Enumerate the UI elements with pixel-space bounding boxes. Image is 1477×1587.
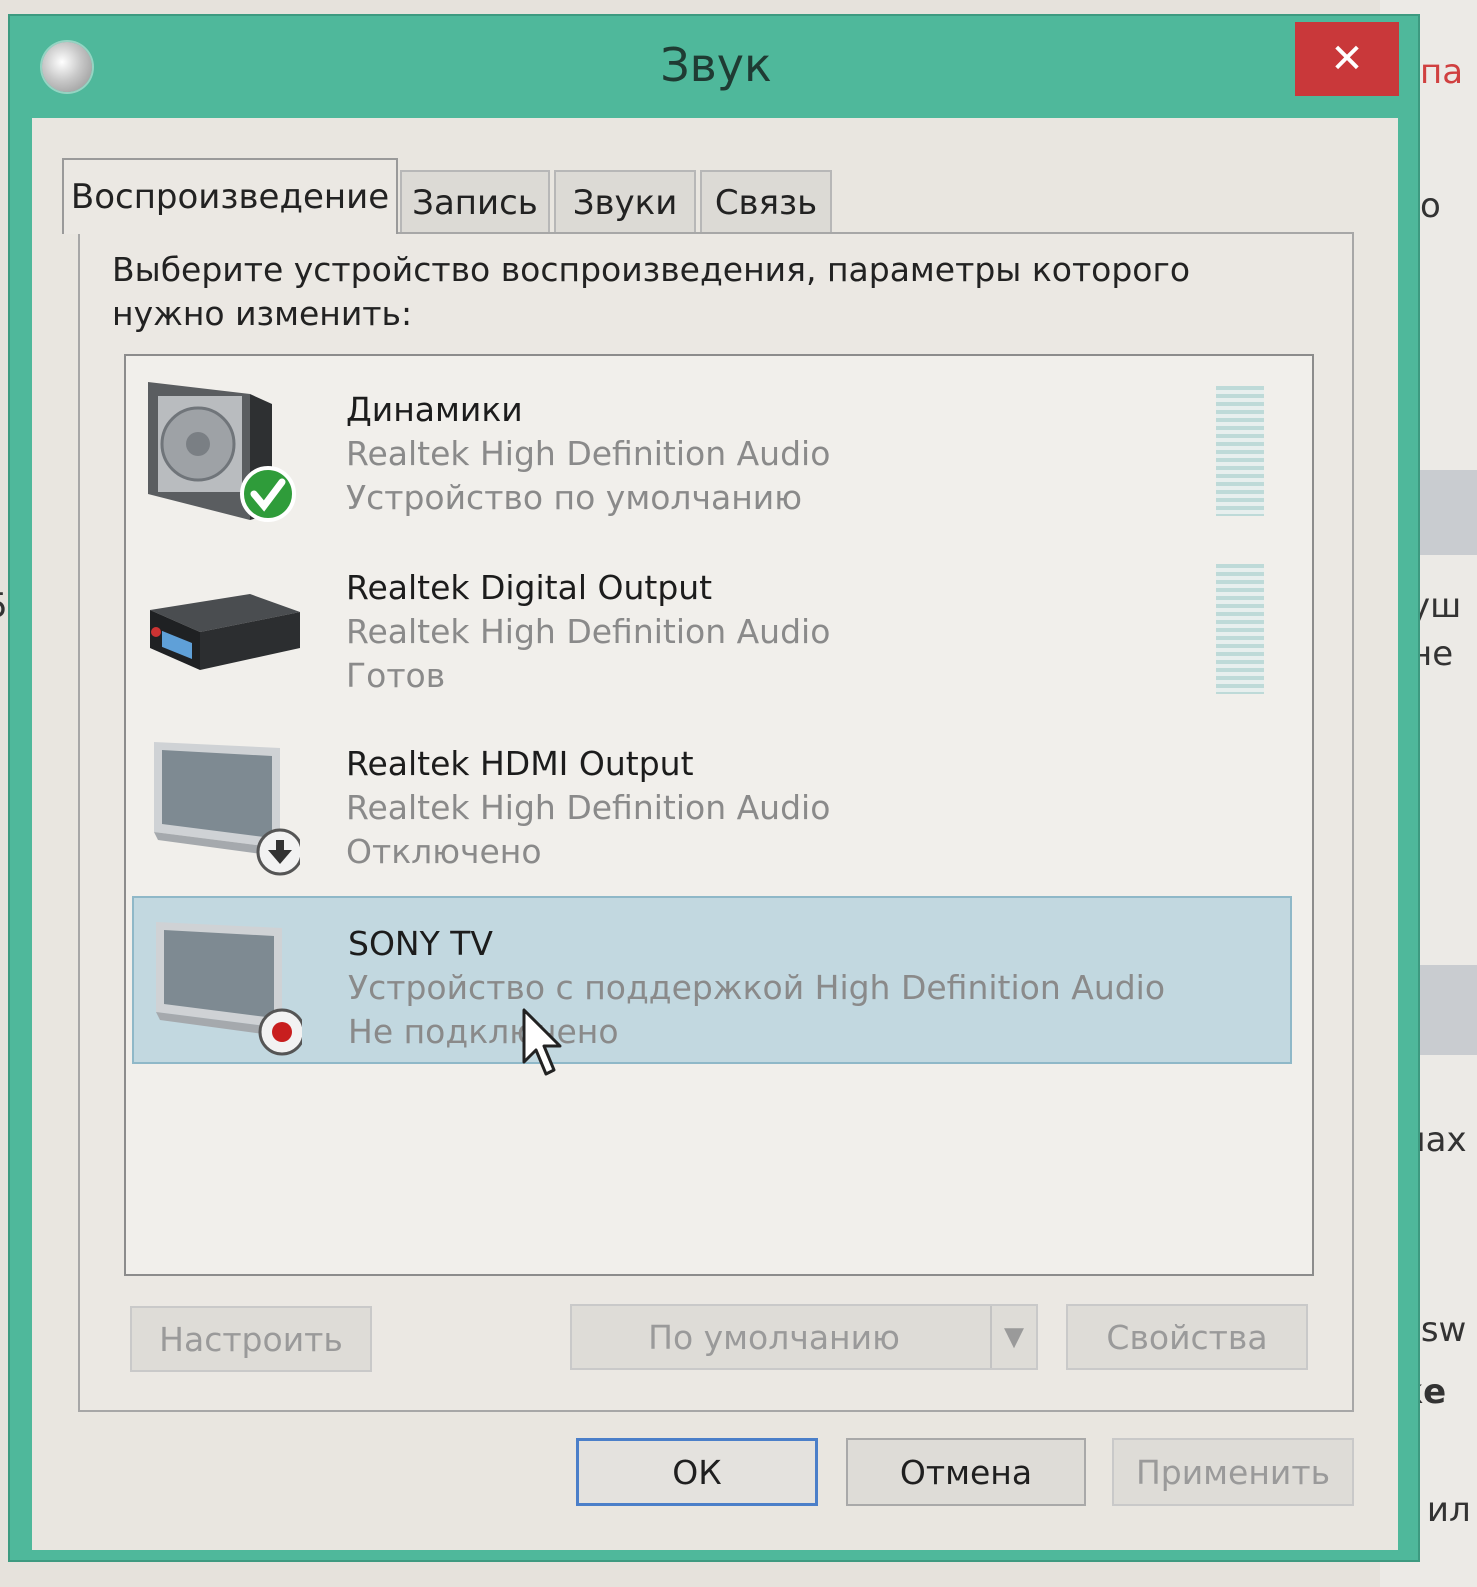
background-text: о	[1420, 186, 1441, 226]
device-item-digital-output[interactable]: Realtek Digital Output Realtek High Defi…	[132, 542, 1292, 710]
volume-meter	[1216, 386, 1264, 516]
button-label: Применить	[1135, 1452, 1331, 1492]
apply-button[interactable]: Применить	[1112, 1438, 1354, 1506]
button-label: Отмена	[899, 1452, 1033, 1492]
device-name: SONY TV	[348, 924, 493, 963]
close-button[interactable]: ✕	[1295, 22, 1399, 96]
mouse-cursor-icon	[522, 1008, 562, 1076]
background-band	[1410, 965, 1477, 1055]
default-check-icon	[240, 466, 296, 522]
tab-label: Запись	[412, 183, 538, 223]
device-status: Не подключено	[348, 1012, 619, 1051]
tab-label: Воспроизведение	[70, 177, 390, 217]
tab-recording[interactable]: Запись	[400, 170, 550, 234]
device-driver: Realtek High Definition Audio	[346, 434, 831, 473]
tab-playback[interactable]: Воспроизведение	[62, 158, 398, 234]
ok-button[interactable]: ОК	[576, 1438, 818, 1506]
tab-sounds[interactable]: Звуки	[554, 170, 696, 234]
device-status: Отключено	[346, 832, 542, 871]
not-connected-icon	[258, 1008, 302, 1056]
instruction-text: Выберите устройство воспроизведения, пар…	[112, 250, 1191, 333]
close-icon: ✕	[1330, 36, 1364, 82]
volume-meter	[1216, 564, 1264, 694]
properties-button[interactable]: Свойства	[1066, 1304, 1308, 1370]
device-name: Realtek Digital Output	[346, 568, 713, 607]
device-status: Устройство по умолчанию	[346, 478, 803, 517]
button-label: ОК	[672, 1452, 722, 1492]
receiver-icon	[150, 594, 300, 670]
device-driver: Устройство с поддержкой High Definition …	[348, 968, 1166, 1007]
device-status: Готов	[346, 656, 446, 695]
cancel-button[interactable]: Отмена	[846, 1438, 1086, 1506]
device-name: Realtek HDMI Output	[346, 744, 694, 783]
device-name: Динамики	[346, 390, 523, 429]
speaker-icon	[148, 382, 296, 522]
tab-label: Связь	[714, 183, 818, 223]
tv-icon	[156, 922, 302, 1056]
device-driver: Realtek High Definition Audio	[346, 612, 831, 651]
button-label: Настроить	[159, 1319, 343, 1359]
disabled-arrow-icon	[256, 828, 300, 876]
button-label: Свойства	[1106, 1317, 1268, 1357]
button-label: По умолчанию	[648, 1317, 900, 1357]
monitor-icon	[154, 742, 300, 876]
background-text: па	[1420, 52, 1464, 92]
device-driver: Realtek High Definition Audio	[346, 788, 831, 827]
device-list[interactable]: Динамики Realtek High Definition Audio У…	[124, 354, 1314, 1276]
device-item-hdmi-output[interactable]: Realtek HDMI Output Realtek High Definit…	[132, 718, 1292, 886]
dialog-client-area: Воспроизведение Запись Звуки Связь Выбер…	[32, 118, 1398, 1550]
device-item-sony-tv[interactable]: SONY TV Устройство с поддержкой High Def…	[132, 896, 1292, 1064]
tab-communications[interactable]: Связь	[700, 170, 832, 234]
set-default-split-button[interactable]: По умолчанию ▼	[570, 1304, 1038, 1370]
sound-dialog: Звук ✕ Воспроизведение Запись Звуки Связ…	[8, 14, 1420, 1562]
background-band	[1410, 470, 1477, 555]
dropdown-arrow-icon[interactable]: ▼	[990, 1306, 1036, 1368]
tab-label: Звуки	[572, 183, 678, 223]
configure-button[interactable]: Настроить	[130, 1306, 372, 1372]
dialog-title: Звук	[660, 38, 772, 92]
device-item-speakers[interactable]: Динамики Realtek High Definition Audio У…	[132, 364, 1292, 532]
